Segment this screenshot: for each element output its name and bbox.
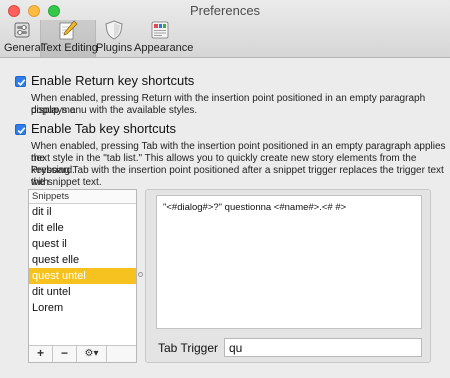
tab-shortcuts-checkbox[interactable] [15,124,26,135]
snippets-toolbar: + − ⚙▾ [29,345,136,362]
tab-text-editing[interactable]: Text Editing [40,20,98,57]
preferences-window: Preferences General Text Editing Plugins… [0,0,450,378]
tab-trigger-input[interactable] [224,338,422,357]
snippet-item[interactable]: dit elle [29,220,136,236]
split-view-handle[interactable] [138,272,143,277]
tab-appearance[interactable]: Appearance [134,20,194,57]
return-shortcuts-checkbox[interactable] [15,76,26,87]
tab-shortcuts-label[interactable]: Enable Tab key shortcuts [31,121,176,136]
snippet-item[interactable]: dit untel [29,284,136,300]
snippets-header[interactable]: Snippets [29,190,136,204]
snippet-item[interactable]: dit il [29,204,136,220]
tab-text-editing-label: Text Editing [41,42,98,54]
switch-icon [14,22,30,38]
return-shortcuts-label[interactable]: Enable Return key shortcuts [31,73,194,88]
snippet-item-selected[interactable]: quest untel [29,268,136,284]
snippet-item[interactable]: quest il [29,236,136,252]
tab-shortcuts-desc-4: the snippet text. [31,177,102,188]
shield-icon [105,20,123,40]
return-shortcuts-desc-2: popup menu with the available styles. [31,105,198,116]
checkmark-icon [17,127,26,134]
pencil-icon [59,20,78,40]
palette-icon [151,21,169,39]
tab-appearance-label: Appearance [134,42,194,54]
snippets-list: Snippets dit il dit elle quest il quest … [28,189,137,363]
remove-snippet-button[interactable]: − [53,346,77,362]
snippet-action-menu-button[interactable]: ⚙▾ [77,346,107,362]
tab-general[interactable]: General [4,20,44,57]
window-title: Preferences [189,3,261,18]
snippet-item[interactable]: quest elle [29,252,136,268]
tab-trigger-label: Tab Trigger [158,341,219,355]
add-snippet-button[interactable]: + [29,346,53,362]
snippet-item[interactable]: Lorem [29,300,136,316]
tab-plugins-label: Plugins [96,42,133,54]
tab-plugins[interactable]: Plugins [96,20,132,57]
tab-general-label: General [4,42,44,54]
checkmark-icon [17,79,26,86]
snippet-text-editor[interactable]: "<#dialog#>?" questionna <#name#>.<# #> [156,195,422,329]
title-bar: Preferences General Text Editing Plugins… [0,0,450,58]
